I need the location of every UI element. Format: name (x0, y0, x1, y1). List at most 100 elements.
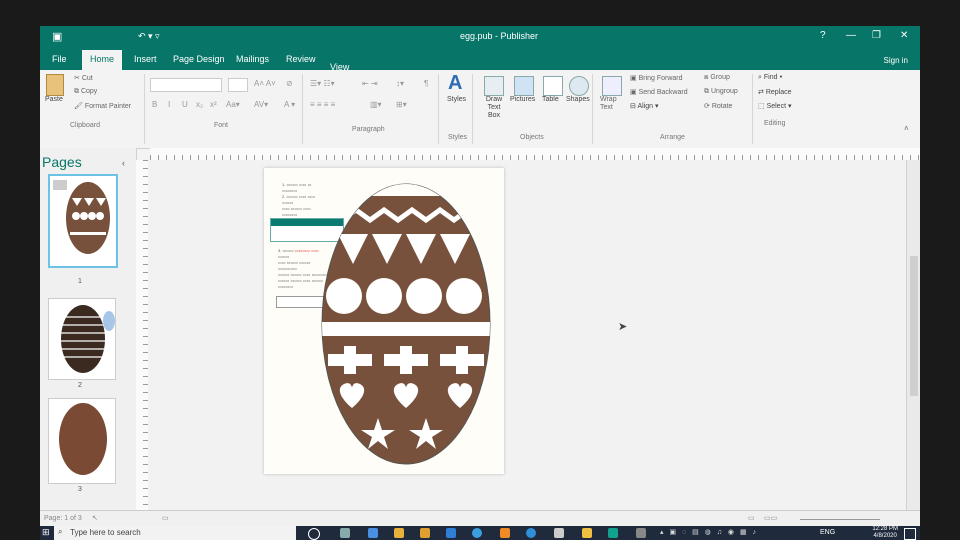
vertical-scrollbar[interactable] (906, 160, 920, 510)
ungroup-button[interactable]: ⧉ Ungroup (704, 88, 738, 96)
tab-review[interactable]: Review (286, 54, 316, 64)
align-button[interactable]: ⊟ Align ▾ (630, 102, 658, 110)
pilcrow-icon[interactable]: ¶ (424, 79, 428, 88)
pictures-button[interactable]: Pictures (510, 96, 535, 103)
windows-start-button[interactable]: ⊞ (40, 526, 54, 540)
font-color-icon[interactable]: A ▾ (284, 100, 295, 109)
group-button[interactable]: ⧈ Group (704, 74, 730, 82)
table-icon[interactable] (543, 76, 563, 96)
page-thumbnail-1[interactable] (48, 174, 118, 268)
tray-app-icon[interactable] (636, 528, 646, 538)
easter-egg-drawing[interactable] (320, 182, 492, 466)
zoom-slider[interactable] (800, 519, 880, 520)
internet-explorer-icon[interactable] (526, 528, 536, 538)
page-thumbnail-3[interactable] (48, 398, 116, 484)
single-page-view-icon[interactable]: ▭ (748, 514, 755, 522)
document-page[interactable]: 1. ▭▭▭ ▭▭ ▭ ▭▭▭▭ 2. ▭▭▭ ▭▭ ▭▭ ▭▭▭ ▭▭ ▭▭▭… (264, 168, 504, 474)
sticky-notes-icon[interactable] (582, 528, 592, 538)
select-button[interactable]: ⬚ Select ▾ (758, 102, 792, 110)
bold-button[interactable]: B (152, 100, 157, 109)
edge-icon[interactable] (472, 528, 482, 538)
close-button[interactable]: ✕ (900, 30, 908, 41)
system-tray-icons[interactable]: ▴ ▣ ◌ ▤ ◍ ♫ ◉ ▦ ♪ (660, 528, 758, 536)
subscript-button[interactable]: x₂ (196, 100, 203, 109)
columns-icon[interactable]: ▥▾ (370, 100, 382, 109)
task-view-icon[interactable] (340, 528, 350, 538)
italic-button[interactable]: I (168, 100, 170, 109)
font-grow-icon[interactable]: A˄ A˅ (254, 79, 276, 88)
align-left-icon[interactable]: ≡ ≡ ≡ ≡ (310, 100, 335, 109)
ribbon-tabs: File Home Insert Page Design Mailings Re… (40, 48, 920, 72)
table-button[interactable]: Table (542, 96, 559, 103)
ungroup-icon: ⧉ (704, 88, 711, 95)
help-icon[interactable]: ? (820, 30, 826, 41)
minimize-button[interactable]: — (846, 30, 856, 41)
text-box-icon[interactable] (484, 76, 504, 96)
superscript-button[interactable]: x² (210, 100, 217, 109)
language-indicator[interactable]: ENG (820, 529, 835, 536)
tab-file[interactable]: File (52, 54, 67, 64)
save-icon[interactable]: ▣ (52, 30, 62, 43)
cortana-icon[interactable] (308, 528, 320, 540)
two-page-view-icon[interactable]: ▭▭ (764, 514, 777, 522)
page-thumbnail-2[interactable] (48, 298, 116, 380)
store-icon[interactable] (420, 528, 430, 538)
shapes-button[interactable]: Shapes (566, 96, 590, 103)
tab-mailings[interactable]: Mailings (236, 54, 269, 64)
bring-forward-icon: ▣ (630, 75, 639, 82)
taskbar-search-box[interactable]: ⌕ Type here to search (54, 526, 296, 540)
tab-home[interactable]: Home (82, 50, 123, 70)
styles-button[interactable]: Styles (447, 96, 466, 103)
ribbon-separator (592, 74, 593, 144)
snipping-tool-icon[interactable] (554, 528, 564, 538)
character-spacing-icon[interactable]: AV▾ (254, 100, 268, 109)
change-case-icon[interactable]: Aa▾ (226, 100, 240, 109)
bullets-icon[interactable]: ☰▾ ☷▾ (310, 79, 335, 88)
restore-button[interactable]: ❐ (872, 30, 881, 41)
indent-icon[interactable]: ⇤ ⇥ (362, 79, 378, 88)
paste-button[interactable]: Paste (45, 96, 63, 103)
mail-icon[interactable] (446, 528, 456, 538)
bring-forward-button[interactable]: ▣ Bring Forward (630, 74, 683, 82)
clear-format-icon[interactable]: ⊘ (286, 79, 293, 88)
collapse-ribbon-icon[interactable]: ˄ (904, 124, 909, 133)
paste-icon[interactable] (46, 74, 64, 96)
document-workspace[interactable]: 1. ▭▭▭ ▭▭ ▭ ▭▭▭▭ 2. ▭▭▭ ▭▭ ▭▭ ▭▭▭ ▭▭ ▭▭▭… (148, 160, 906, 510)
sign-in-link[interactable]: Sign in (884, 56, 908, 65)
page-number-3: 3 (78, 486, 82, 493)
font-name-box[interactable] (150, 78, 222, 92)
styles-icon[interactable]: A (448, 72, 462, 95)
notifications-icon[interactable] (904, 528, 916, 540)
cut-button[interactable]: ✂ Cut (74, 74, 93, 82)
underline-button[interactable]: U (182, 100, 188, 109)
page-indicator[interactable]: Page: 1 of 3 (44, 515, 82, 522)
rotate-button[interactable]: ⟳ Rotate (704, 102, 732, 110)
clock-time: 12:28 PM (872, 526, 898, 532)
scroll-thumb[interactable] (910, 256, 918, 396)
wrap-text-icon[interactable] (602, 76, 622, 96)
copy-button[interactable]: ⧉ Copy (74, 88, 97, 96)
find-button[interactable]: ⌕ Find ▾ (758, 74, 782, 82)
send-backward-button[interactable]: ▣ Send Backward (630, 88, 688, 96)
tab-insert[interactable]: Insert (134, 54, 157, 64)
font-size-box[interactable] (228, 78, 248, 92)
replace-button[interactable]: ⇄ Replace (758, 88, 792, 96)
wrap-text-button[interactable]: Wrap Text (600, 96, 624, 112)
shapes-icon[interactable] (569, 76, 589, 96)
draw-text-box-button[interactable]: Draw Text Box (481, 96, 507, 120)
vlc-icon[interactable] (500, 528, 510, 538)
shape-fill-screenshot[interactable] (276, 296, 324, 308)
taskbar-clock[interactable]: 12:28 PM 4/8/2020 (872, 526, 898, 540)
quick-access-toolbar[interactable]: ↶ ▾ ▿ (138, 31, 160, 42)
tab-page-design[interactable]: Page Design (173, 54, 225, 64)
ribbon-separator (438, 74, 439, 144)
line-spacing-icon[interactable]: ↕▾ (396, 79, 404, 88)
publisher-taskbar-icon[interactable] (608, 528, 618, 538)
paragraph-settings-icon[interactable]: ⊞▾ (396, 100, 407, 109)
taskbar-app-icon[interactable] (368, 528, 378, 538)
format-painter-button[interactable]: 🖌 Format Painter (74, 102, 131, 110)
send-backward-icon: ▣ (630, 89, 639, 96)
collapse-pages-icon[interactable]: ‹ (122, 158, 125, 168)
pictures-icon[interactable] (514, 76, 534, 96)
file-explorer-icon[interactable] (394, 528, 404, 538)
